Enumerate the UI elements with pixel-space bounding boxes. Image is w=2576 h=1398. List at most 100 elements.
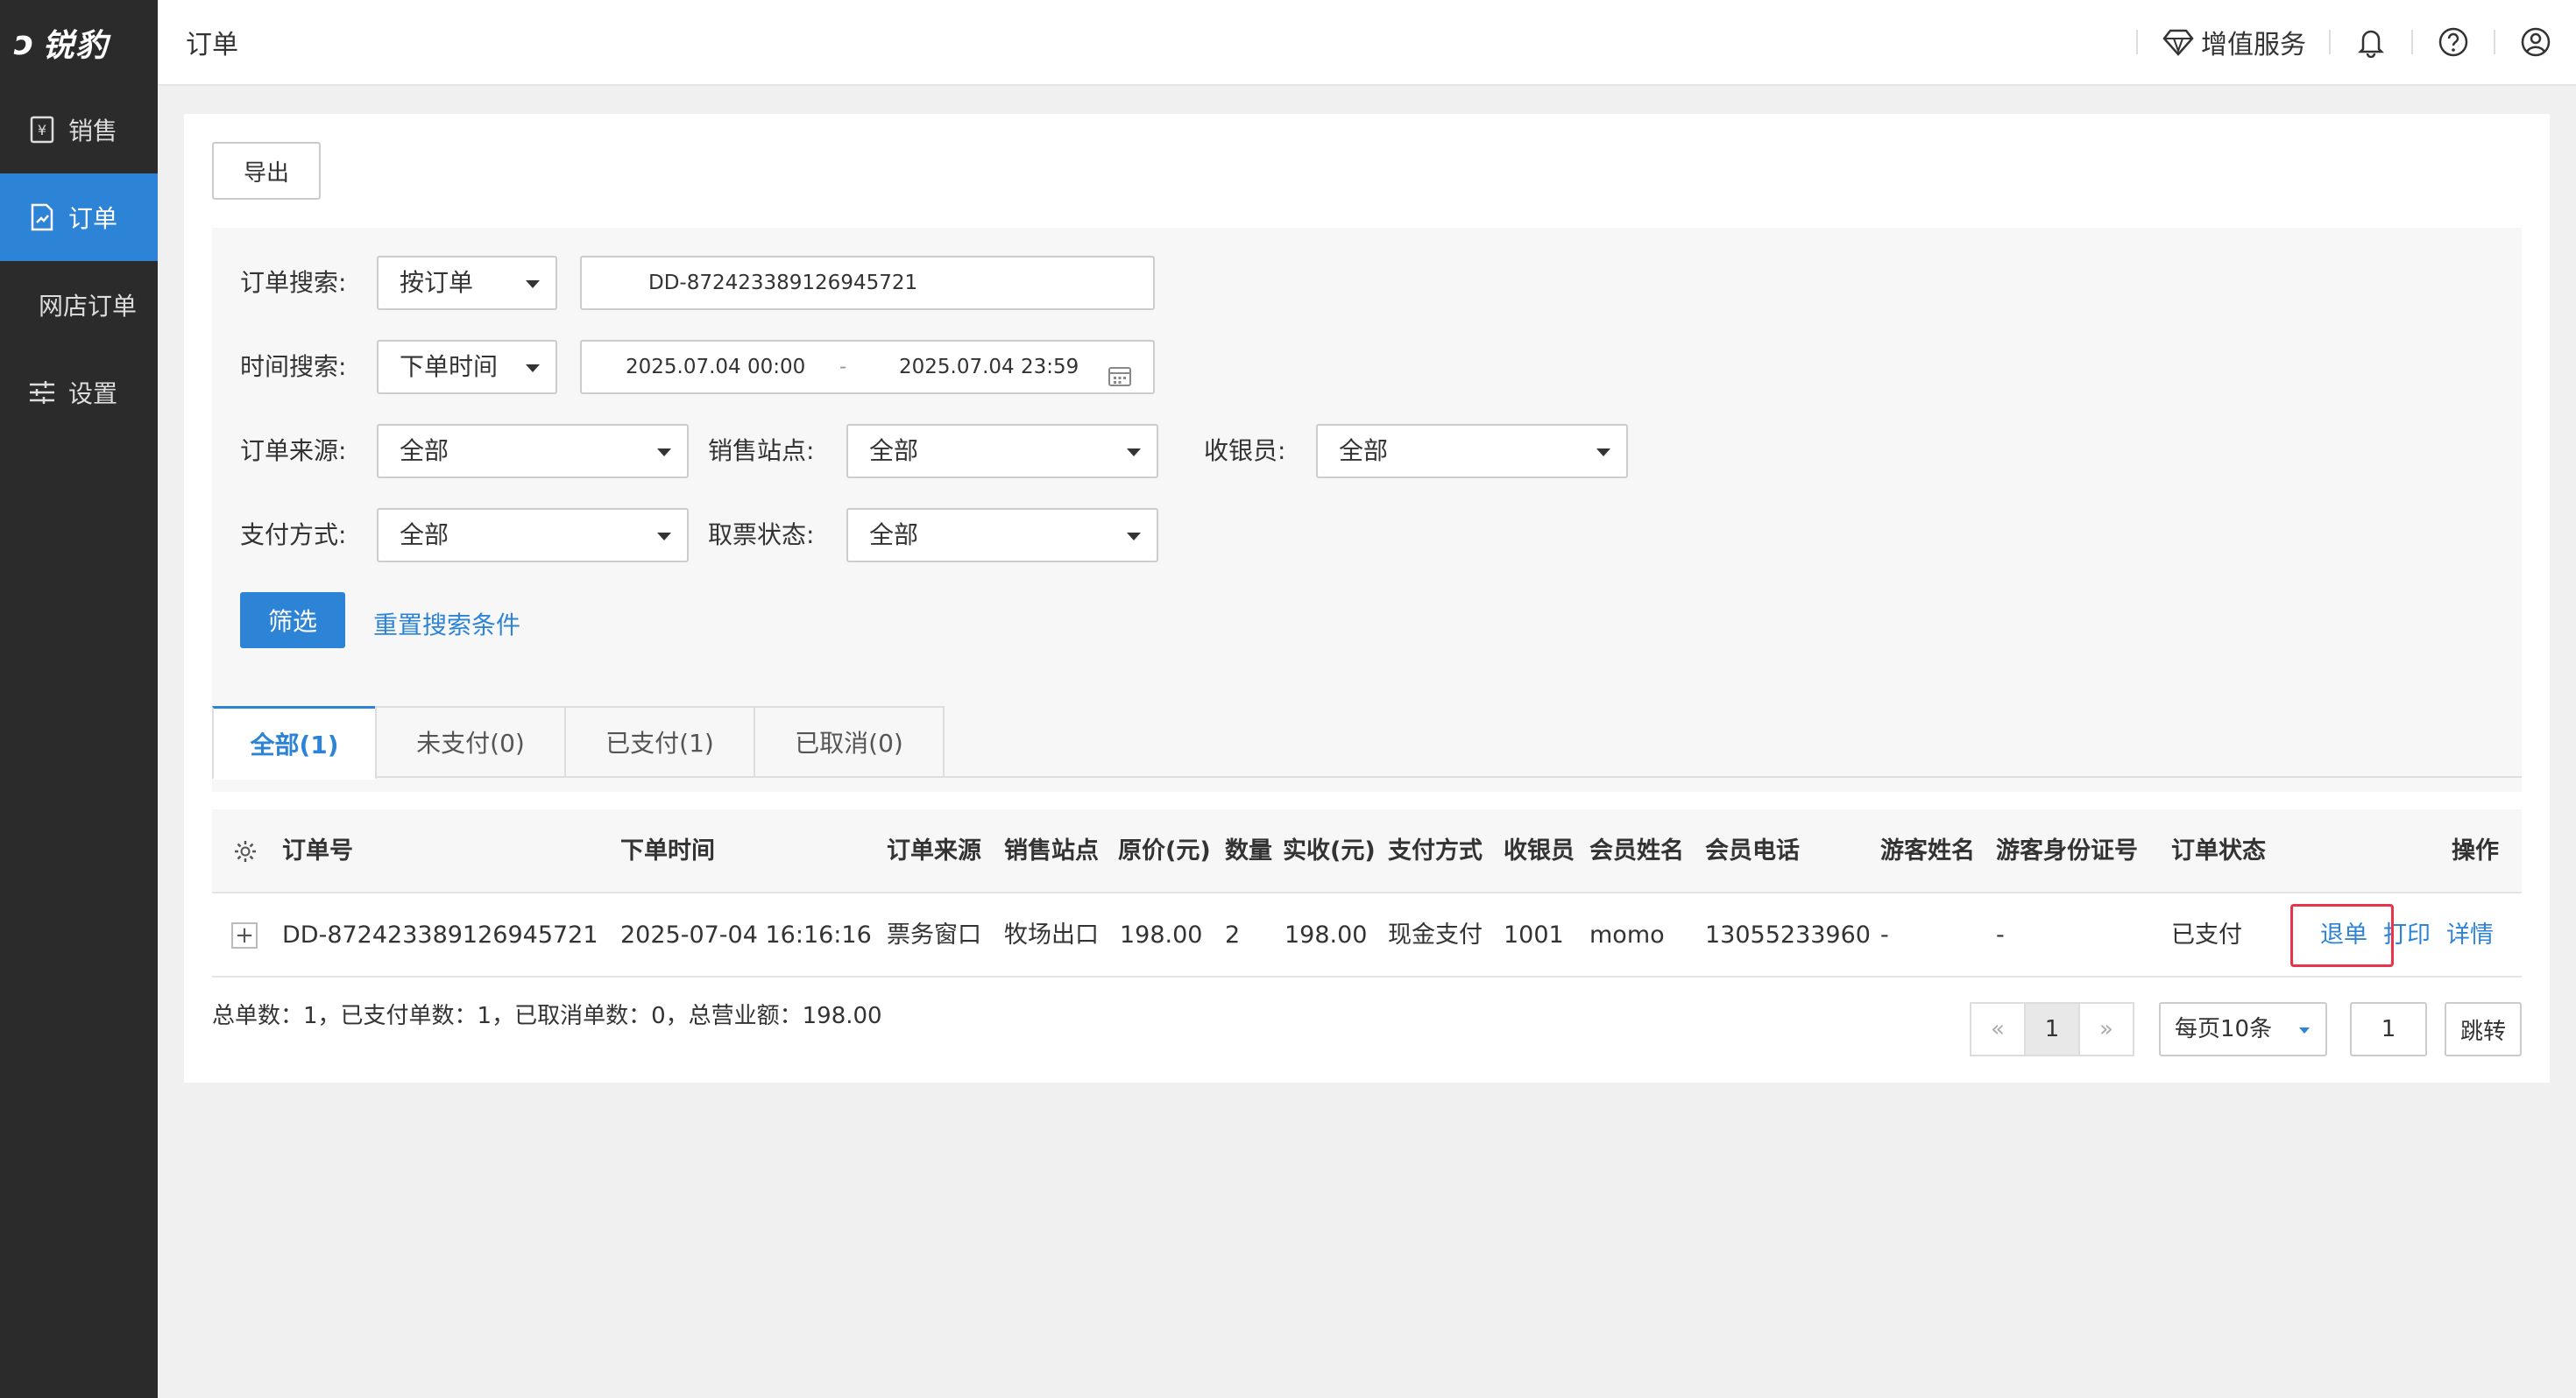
cell-source: 票务窗口 [887,921,981,949]
detail-link[interactable]: 详情 [2446,893,2494,978]
col-quantity: 数量 [1225,837,1272,865]
select-value: 全部 [869,520,919,549]
cell-order-status: 已支付 [2171,921,2242,949]
tab-paid[interactable]: 已支付(1) [564,706,755,778]
cell-member-name: momo [1589,921,1665,949]
col-guest-id: 游客身份证号 [1996,837,2138,865]
select-value: 全部 [869,436,919,465]
sidebar-item-orders[interactable]: 订单 [0,173,158,261]
cell-cashier: 1001 [1504,921,1564,949]
page-jump-input[interactable]: 1 [2350,1002,2427,1056]
col-order-no: 订单号 [282,837,353,865]
sliders-icon [28,378,56,406]
tab-cancelled[interactable]: 已取消(0) [754,706,945,778]
order-search-input[interactable]: DD-872423389126945721 [580,256,1155,310]
time-search-label: 时间搜索: [240,352,347,381]
caret-down-icon [526,364,540,372]
reset-filters-link[interactable]: 重置搜索条件 [373,606,520,641]
user-icon[interactable] [2518,25,2553,60]
cell-quantity: 2 [1225,921,1241,949]
col-order-status: 订单状态 [2171,837,2266,865]
order-search-label: 订单搜索: [240,268,347,297]
table-header: 订单号 下单时间 订单来源 销售站点 原价(元) 数量 实收(元) 支付方式 收… [212,809,2522,893]
divider [2411,30,2413,54]
select-value: 按订单 [400,268,474,297]
pay-method-label: 支付方式: [240,520,347,549]
tab-unpaid[interactable]: 未支付(0) [375,706,566,778]
calendar-icon[interactable] [1108,356,1132,406]
cashier-select[interactable]: 全部 [1316,424,1628,478]
page-1-button[interactable]: 1 [2024,1002,2080,1056]
date-range-input[interactable]: 2025.07.04 00:00 - 2025.07.04 23:59 [580,340,1155,394]
col-order-time: 下单时间 [620,837,715,865]
sidebar-item-online-orders[interactable]: 网店订单 [0,261,158,349]
ticket-status-label: 取票状态: [708,520,815,549]
help-icon[interactable] [2436,25,2471,60]
cell-pay-method: 现金支付 [1388,921,1483,949]
expand-row-icon[interactable]: + [231,922,258,949]
yen-receipt-icon: ¥ [28,116,56,144]
source-label: 订单来源: [240,436,347,465]
value-service-label: 增值服务 [2201,30,2306,60]
caret-down-icon [526,280,540,288]
select-value: 每页10条 [2175,1016,2273,1042]
value-service-button[interactable]: 增值服务 [2161,23,2306,61]
ticket-status-select[interactable]: 全部 [846,508,1158,562]
col-cashier: 收银员 [1504,837,1575,865]
source-select[interactable]: 全部 [377,424,689,478]
header-actions: 增值服务 [2113,0,2576,84]
col-member-phone: 会员电话 [1705,837,1800,865]
col-site: 销售站点 [1004,837,1099,865]
caret-down-icon [2299,1027,2310,1034]
col-source: 订单来源 [887,837,981,865]
order-search-type-select[interactable]: 按订单 [377,256,557,310]
time-search-type-select[interactable]: 下单时间 [377,340,557,394]
sidebar-item-settings[interactable]: 设置 [0,349,158,436]
pay-method-select[interactable]: 全部 [377,508,689,562]
cell-original-price: 198.00 [1120,921,1203,949]
caret-down-icon [1127,533,1141,540]
tab-all[interactable]: 全部(1) [212,706,377,780]
order-summary: 总单数：1，已支付单数：1，已取消单数：0，总营业额：198.00 [212,1003,882,1029]
next-page-button[interactable]: » [2078,1002,2134,1056]
site-select[interactable]: 全部 [846,424,1158,478]
cell-site: 牧场出口 [1004,921,1099,949]
sidebar-item-label: 销售 [68,116,118,145]
prev-page-button[interactable]: « [1970,1002,2026,1056]
sidebar-item-label: 设置 [68,379,118,408]
document-chart-icon [28,203,56,231]
col-member-name: 会员姓名 [1589,837,1684,865]
bell-icon[interactable] [2353,25,2388,60]
caret-down-icon [657,533,671,540]
cell-member-phone: 13055233960 [1705,921,1871,949]
page-jump-button[interactable]: 跳转 [2445,1002,2522,1056]
date-range-separator: - [839,356,847,378]
page-title: 订单 [186,30,238,60]
page-size-select[interactable]: 每页10条 [2159,1002,2327,1056]
select-value: 全部 [400,436,449,465]
app-logo: ↄ 锐豹 [0,0,158,86]
pagination: « 1 » [1970,1002,2134,1056]
diamond-icon [2161,25,2196,60]
top-header: 订单 增值服务 [158,0,2576,86]
sidebar: ↄ 锐豹 ¥ 销售 订单 网店订单 设置 [0,0,158,1398]
select-value: 全部 [1339,436,1389,465]
caret-down-icon [657,448,671,456]
refund-highlight-box [2290,904,2394,967]
divider [2494,30,2495,54]
select-value: 全部 [400,520,449,549]
col-guest-name: 游客姓名 [1880,837,1975,865]
cashier-label: 收银员: [1204,436,1286,465]
sidebar-item-label: 网店订单 [39,292,138,321]
sidebar-item-sales[interactable]: ¥ 销售 [0,86,158,173]
cell-order-no: DD-872423389126945721 [282,921,598,949]
export-button[interactable]: 导出 [212,142,321,200]
filter-button[interactable]: 筛选 [240,592,345,648]
table-row: + DD-872423389126945721 2025-07-04 16:16… [212,893,2522,978]
caret-down-icon [1127,448,1141,456]
column-settings-icon[interactable] [233,839,258,864]
sidebar-item-label: 订单 [68,204,118,233]
col-actions: 操作 [2452,837,2499,865]
svg-text:¥: ¥ [38,122,46,138]
date-range-start: 2025.07.04 00:00 [626,356,806,378]
